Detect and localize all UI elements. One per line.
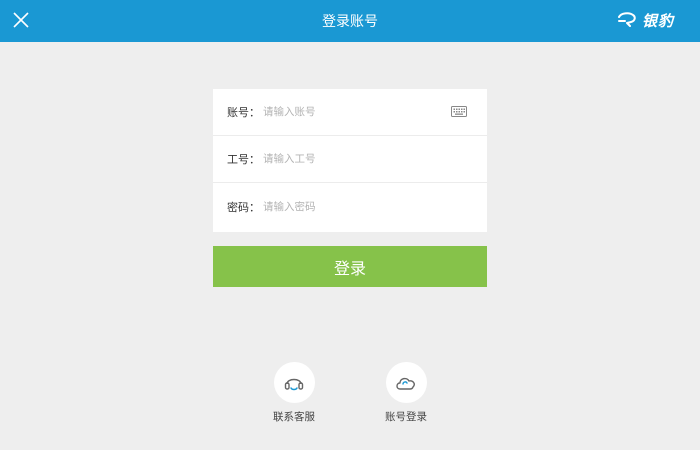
employee-id-label: 工号： [227, 153, 260, 166]
login-button[interactable]: 登录 [213, 246, 487, 287]
keyboard-icon[interactable] [451, 106, 467, 117]
employee-id-row: 工号： [213, 136, 487, 183]
contact-support-circle [273, 362, 315, 403]
brand-logo-icon [617, 12, 636, 27]
account-login-button[interactable]: 账号登录 [366, 362, 446, 424]
page-title: 登录账号 [322, 14, 378, 30]
employee-id-input[interactable] [263, 153, 433, 165]
account-login-circle [385, 362, 427, 403]
top-bar: 登录账号 银豹 [0, 0, 700, 42]
account-input[interactable] [263, 106, 433, 118]
contact-support-button[interactable]: 联系客服 [254, 362, 334, 424]
account-row: 账号： [213, 89, 487, 136]
password-label: 密码： [227, 201, 260, 214]
login-form: 账号： 工号： 密码： [213, 89, 487, 232]
account-label: 账号： [227, 106, 260, 119]
password-input[interactable] [263, 201, 433, 213]
brand-logo: 银豹 [617, 10, 674, 30]
brand-name: 银豹 [641, 11, 674, 30]
password-row: 密码： [213, 183, 487, 231]
contact-support-label: 联系客服 [273, 411, 315, 423]
cloud-icon [396, 377, 415, 390]
headset-icon [284, 378, 304, 390]
account-login-label: 账号登录 [385, 411, 427, 423]
